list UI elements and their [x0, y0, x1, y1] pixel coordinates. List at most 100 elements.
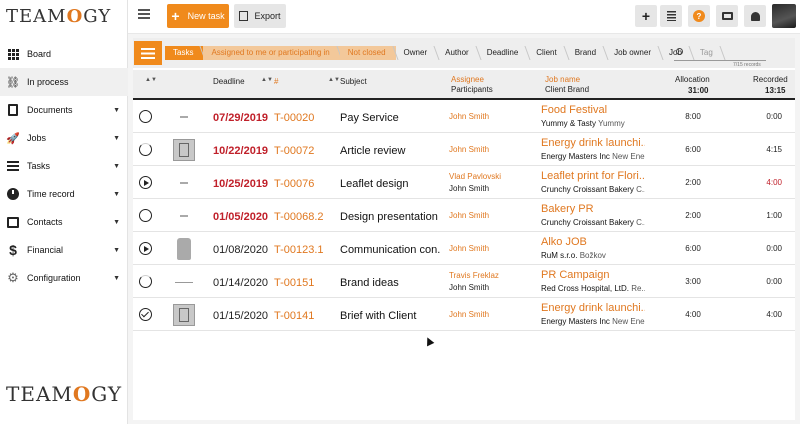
assignee-link[interactable]: John Smith — [449, 145, 489, 154]
assignee-link[interactable]: John Smith — [449, 211, 489, 220]
breadcrumb-filter-assigned-to-me-or-participating-in[interactable]: Assigned to me or participating in — [203, 46, 340, 60]
deadline-cell: 07/29/2019 — [213, 112, 269, 124]
header-subject[interactable]: Subject — [340, 77, 367, 86]
task-id-link[interactable]: T-00020 — [274, 112, 314, 124]
sidebar-item-contacts[interactable]: Contacts ▼ — [0, 208, 128, 236]
table-row[interactable]: 10/25/2019 T-00076 Leaflet design Vlad Pavl… — [133, 166, 795, 199]
notifications-button[interactable] — [744, 5, 766, 27]
assignee-link[interactable]: Vlad Pavlovski — [449, 172, 501, 181]
job-name-link[interactable]: Bakery PR — [541, 203, 645, 215]
sidebar-item-financial[interactable]: $ Financial ▼ — [0, 236, 128, 264]
sidebar-item-board[interactable]: Board — [0, 40, 128, 68]
export-button[interactable]: Export — [234, 4, 286, 28]
sidebar-item-tasks[interactable]: Tasks ▼ — [0, 152, 128, 180]
breadcrumb-filter-author[interactable]: Author — [437, 46, 479, 60]
table-row[interactable]: 07/29/2019 T-00020 Pay Service John Smith Fo… — [133, 100, 795, 133]
table-row[interactable]: 01/15/2020 T-00141 Brief with Client John S… — [133, 298, 795, 331]
sidebar-item-time-record[interactable]: Time record ▼ — [0, 180, 128, 208]
task-id-link[interactable]: T-00068.2 — [274, 211, 324, 223]
task-thumbnail[interactable] — [173, 172, 195, 194]
brand-name: C... — [636, 185, 645, 194]
brand-name: New Energ... — [612, 317, 645, 326]
header-id[interactable]: # — [274, 77, 278, 86]
task-id-link[interactable]: T-00072 — [274, 145, 314, 157]
task-thumbnail[interactable] — [173, 139, 195, 161]
help-button[interactable]: ? — [688, 5, 710, 27]
client-name: Energy Masters Inc — [541, 152, 610, 161]
task-id-link[interactable]: T-00123.1 — [274, 244, 324, 256]
task-thumbnail[interactable] — [173, 106, 195, 128]
header-assignee[interactable]: Assignee — [451, 75, 484, 84]
add-button[interactable]: + — [635, 5, 657, 27]
breadcrumb-filter-job-owner[interactable]: Job owner — [606, 46, 661, 60]
subject-cell[interactable]: Pay Service — [340, 112, 440, 124]
job-name-link[interactable]: Energy drink launchi... — [541, 137, 645, 149]
sidebar-item-jobs[interactable]: 🚀 Jobs ▼ — [0, 124, 128, 152]
breadcrumb-filter-brand[interactable]: Brand — [567, 46, 606, 60]
client-brand-cell: Crunchy Croissant Bakery C... — [541, 185, 645, 194]
app-logo[interactable]: TEAMOGY — [6, 6, 111, 27]
breadcrumb-filter-deadline[interactable]: Deadline — [479, 46, 529, 60]
job-name-link[interactable]: PR Campaign — [541, 269, 645, 281]
header-job-name[interactable]: Job name — [545, 75, 580, 84]
table-row[interactable]: 10/22/2019 T-00072 Article review John Smit… — [133, 133, 795, 166]
job-name-link[interactable]: Food Festival — [541, 104, 645, 116]
sort-id-icon[interactable]: ▲▼ — [328, 77, 340, 83]
print-button[interactable] — [716, 5, 738, 27]
header-recorded[interactable]: Recorded — [753, 75, 788, 84]
task-thumbnail[interactable] — [173, 304, 195, 326]
breadcrumb-filter-tasks[interactable]: Tasks — [165, 46, 204, 60]
deadline-cell: 10/22/2019 — [213, 145, 269, 157]
new-task-button[interactable]: + New task — [167, 4, 229, 28]
user-avatar[interactable] — [772, 4, 796, 28]
hamburger-menu-icon[interactable] — [138, 9, 150, 19]
header-client-brand[interactable]: Client Brand — [545, 85, 589, 94]
play-status-icon[interactable] — [139, 242, 152, 255]
assignee-link[interactable]: Travis Freklaz — [449, 271, 499, 280]
job-name-link[interactable]: Alko JOB — [541, 236, 645, 248]
subject-cell[interactable]: Communication con... — [340, 244, 440, 256]
job-name-link[interactable]: Leaflet print for Flori... — [541, 170, 645, 182]
sidebar-item-configuration[interactable]: ⚙ Configuration ▼ — [0, 264, 128, 292]
header-participants[interactable]: Participants — [451, 85, 493, 94]
subject-cell[interactable]: Brief with Client — [340, 310, 440, 322]
play-status-icon[interactable] — [139, 176, 152, 189]
search-input[interactable] — [688, 47, 764, 59]
sort-deadline-icon[interactable]: ▲▼ — [261, 77, 273, 83]
task-id-link[interactable]: T-00076 — [274, 178, 314, 190]
sidebar-item-documents[interactable]: Documents ▼ — [0, 96, 128, 124]
notes-button[interactable] — [660, 5, 682, 27]
subject-cell[interactable]: Brand ideas — [340, 277, 440, 289]
task-thumbnail[interactable] — [173, 271, 195, 293]
client-brand-cell: Energy Masters Inc New Energ... — [541, 152, 645, 161]
job-name-link[interactable]: Energy drink launchi... — [541, 302, 645, 314]
task-id-link[interactable]: T-00151 — [274, 277, 314, 289]
sidebar-item-label: Documents — [27, 105, 73, 115]
open-status-icon[interactable] — [139, 110, 152, 123]
list-menu-button[interactable] — [134, 41, 162, 65]
breadcrumb-filter-not-closed[interactable]: Not closed — [339, 46, 396, 60]
sort-status-icon[interactable]: ▲▼ — [145, 77, 157, 83]
dollar-icon: $ — [9, 242, 17, 258]
subject-cell[interactable]: Design presentation — [340, 211, 440, 223]
table-row[interactable]: 01/08/2020 T-00123.1 Communication con... J… — [133, 232, 795, 265]
open-status-icon[interactable] — [139, 209, 152, 222]
header-allocation[interactable]: Allocation — [675, 75, 710, 84]
table-row[interactable]: 01/14/2020 T-00151 Brand ideas Travis Frekl… — [133, 265, 795, 298]
task-id-link[interactable]: T-00141 — [274, 310, 314, 322]
breadcrumb-filter-owner[interactable]: Owner — [396, 46, 438, 60]
task-thumbnail[interactable] — [173, 205, 195, 227]
in-progress-status-icon[interactable] — [139, 143, 152, 156]
assignee-link[interactable]: John Smith — [449, 112, 489, 121]
done-status-icon[interactable] — [139, 308, 152, 321]
task-thumbnail[interactable] — [177, 238, 191, 260]
assignee-link[interactable]: John Smith — [449, 310, 489, 319]
subject-cell[interactable]: Leaflet design — [340, 178, 440, 190]
breadcrumb-filter-client[interactable]: Client — [528, 46, 566, 60]
in-progress-status-icon[interactable] — [139, 275, 152, 288]
sidebar-item-in-process[interactable]: ⛓ In process — [0, 68, 128, 96]
subject-cell[interactable]: Article review — [340, 145, 440, 157]
table-row[interactable]: 01/05/2020 T-00068.2 Design presentation Jo… — [133, 199, 795, 232]
assignee-link[interactable]: John Smith — [449, 244, 489, 253]
header-deadline[interactable]: Deadline — [213, 77, 245, 86]
